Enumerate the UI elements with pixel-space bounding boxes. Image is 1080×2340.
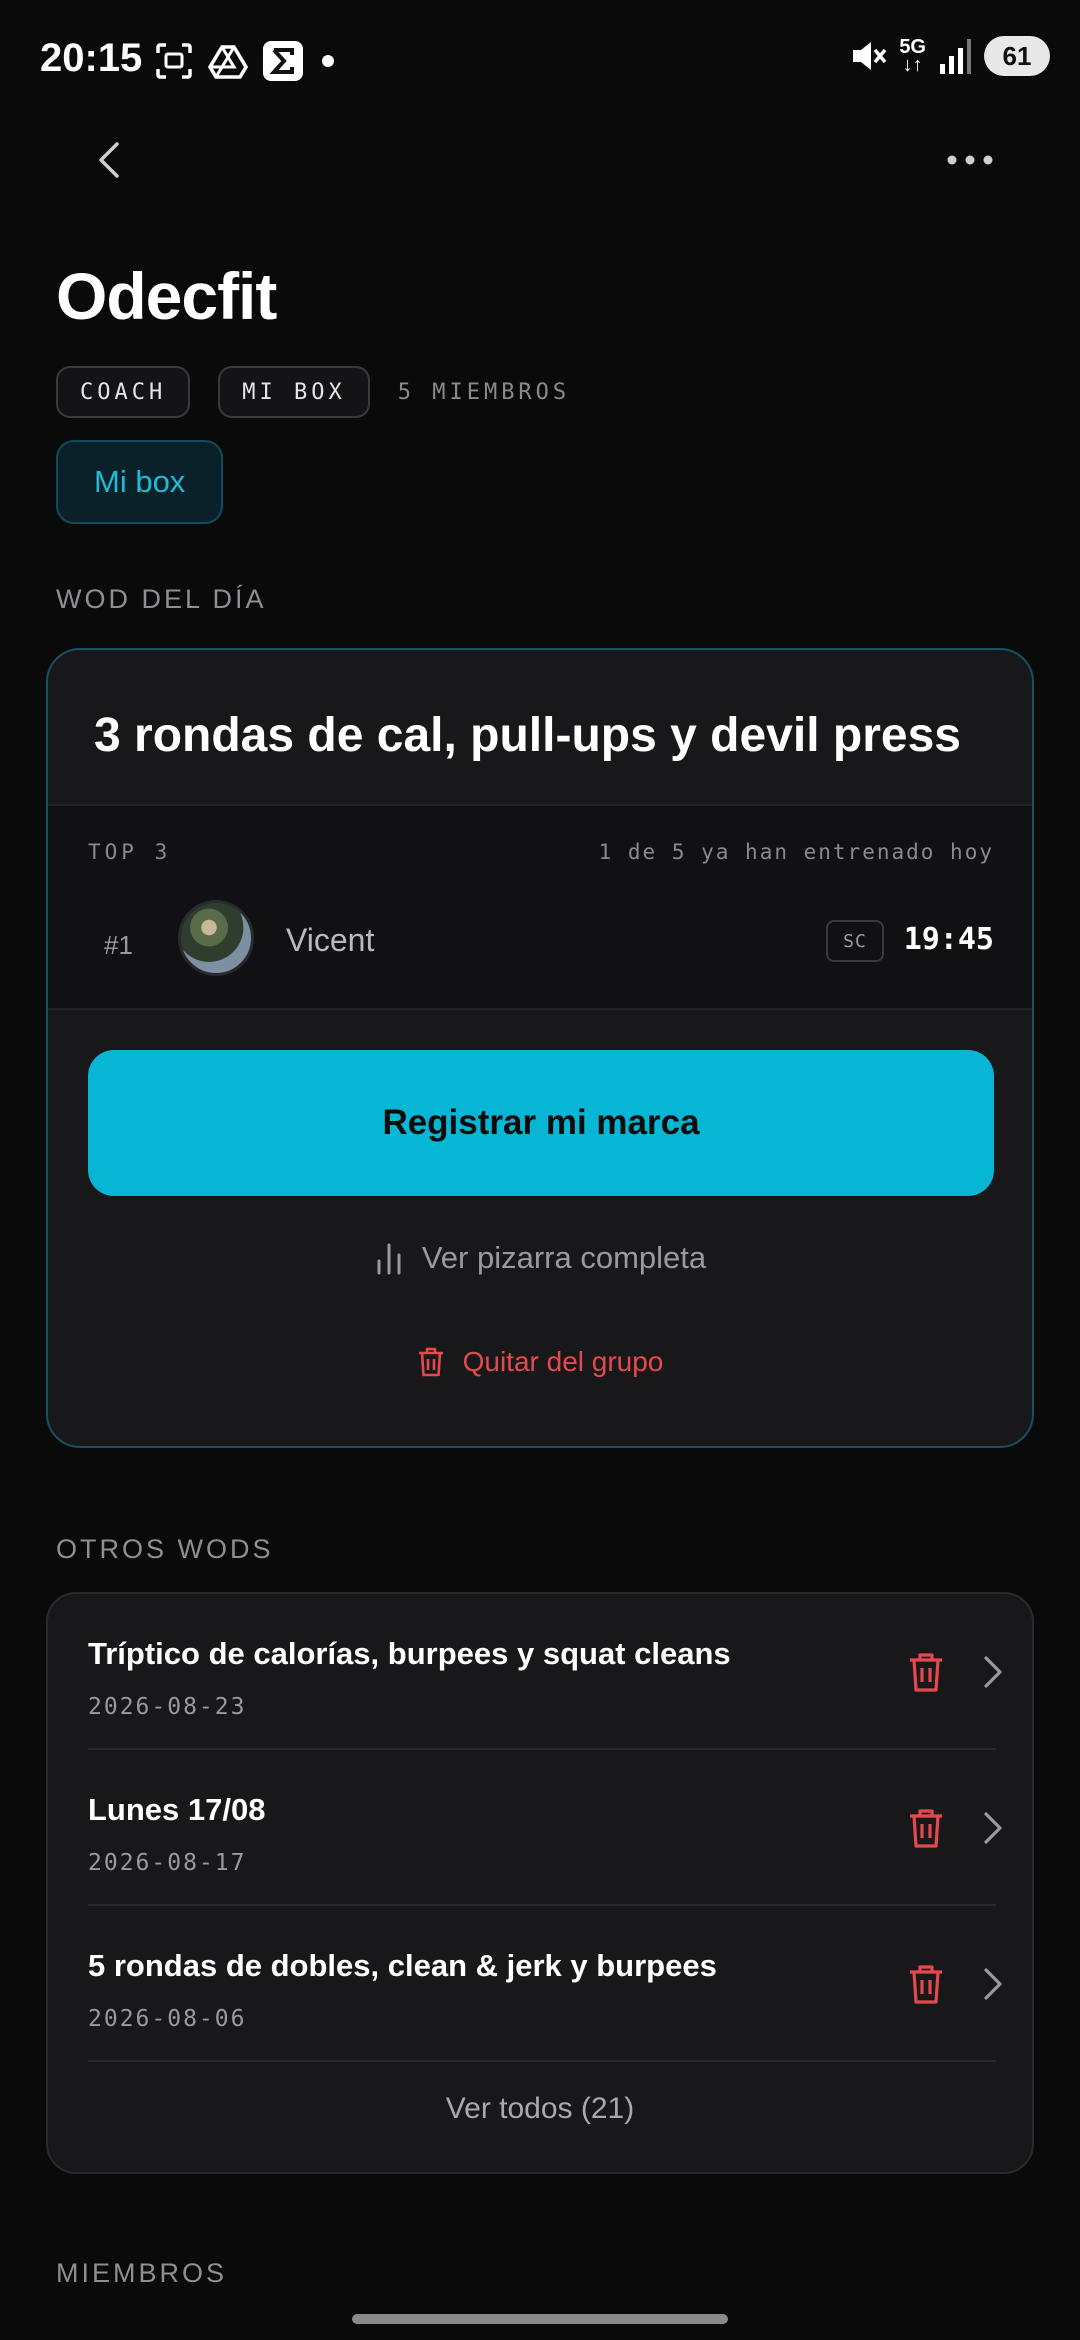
page-title: Odecfit	[56, 259, 277, 333]
remove-from-group-label: Quitar del grupo	[462, 1346, 664, 1377]
notification-icons	[154, 40, 338, 82]
wod-of-the-day-card: 3 rondas de cal, pull-ups y devil press …	[46, 648, 1034, 1448]
see-all-wods-link[interactable]: Ver todos (21)	[48, 2092, 1032, 2126]
wod-item-date: 2026-08-06	[88, 2006, 247, 2032]
chevron-right-icon	[984, 1812, 1002, 1844]
athlete-score: 19:45	[903, 922, 994, 957]
wod-item-date: 2026-08-23	[88, 1694, 247, 1720]
chevron-left-icon	[99, 142, 119, 178]
tab-mi-box[interactable]: Mi box	[56, 440, 224, 524]
list-item[interactable]: Tríptico de calorías, burpees y squat cl…	[88, 1594, 1002, 1750]
more-horizontal-icon	[947, 155, 993, 165]
members-count: 5 MIEMBROS	[397, 379, 571, 405]
register-score-button[interactable]: Registrar mi marca	[88, 1050, 994, 1196]
coach-badge: COACH	[56, 366, 191, 418]
trash-icon[interactable]	[906, 1962, 946, 2006]
home-indicator[interactable]	[352, 2314, 728, 2324]
drive-icon	[208, 45, 248, 79]
role-badges: COACH MI BOX 5 MIEMBROS	[56, 366, 570, 418]
network-type: 5G ↓↑	[899, 36, 926, 76]
sigma-app-icon	[263, 41, 303, 81]
system-icons: 5G ↓↑ 61	[847, 36, 1050, 76]
top3-label: TOP 3	[88, 840, 172, 864]
wod-item-date: 2026-08-17	[88, 1850, 247, 1876]
view-full-board-label: Ver pizarra completa	[421, 1240, 707, 1275]
leaderboard-rank: #1	[104, 930, 133, 960]
back-button[interactable]	[84, 134, 136, 186]
list-item[interactable]: Lunes 17/08 2026-08-17	[88, 1750, 1002, 1906]
top3-leaderboard: TOP 3 1 de 5 ya han entrenado hoy #1 Vic…	[48, 804, 1032, 1010]
athlete-name: Vicent	[286, 922, 375, 958]
wod-item-title: 5 rondas de dobles, clean & jerk y burpe…	[88, 1948, 717, 1983]
wod-item-title: Tríptico de calorías, burpees y squat cl…	[88, 1636, 731, 1671]
top-nav	[0, 120, 1080, 200]
chevron-right-icon	[984, 1968, 1002, 2000]
chevron-right-icon	[984, 1656, 1002, 1688]
more-options-button[interactable]	[940, 134, 1000, 186]
trained-status: 1 de 5 ya han entrenado hoy	[598, 840, 994, 864]
battery-indicator: 61	[984, 36, 1050, 76]
signal-icon	[940, 39, 971, 74]
status-bar: 20:15 5G ↓↑ 61	[0, 0, 1080, 120]
list-item[interactable]: 5 rondas de dobles, clean & jerk y burpe…	[88, 1906, 1002, 2062]
wod-section-label: WOD DEL DÍA	[56, 584, 267, 614]
scaled-badge: SC	[826, 920, 884, 962]
remove-from-group-link[interactable]: Quitar del grupo	[48, 1346, 1032, 1378]
members-section-label: MIEMBROS	[56, 2258, 228, 2288]
dot-icon	[322, 55, 334, 67]
mute-icon	[853, 42, 887, 70]
wod-title: 3 rondas de cal, pull-ups y devil press	[94, 709, 961, 762]
mi-box-badge: MI BOX	[218, 366, 370, 418]
wod-item-title: Lunes 17/08	[88, 1792, 266, 1827]
view-full-board-link[interactable]: Ver pizarra completa	[48, 1240, 1032, 1276]
bar-chart-icon	[377, 1243, 401, 1275]
avatar	[178, 900, 254, 976]
other-wods-label: OTROS WODS	[56, 1534, 274, 1564]
other-wods-list: Tríptico de calorías, burpees y squat cl…	[46, 1592, 1034, 2174]
trash-icon	[418, 1347, 443, 1377]
status-time: 20:15	[40, 36, 143, 80]
trash-icon[interactable]	[906, 1806, 946, 1850]
screenshot-icon	[156, 43, 192, 79]
trash-icon[interactable]	[906, 1650, 946, 1694]
